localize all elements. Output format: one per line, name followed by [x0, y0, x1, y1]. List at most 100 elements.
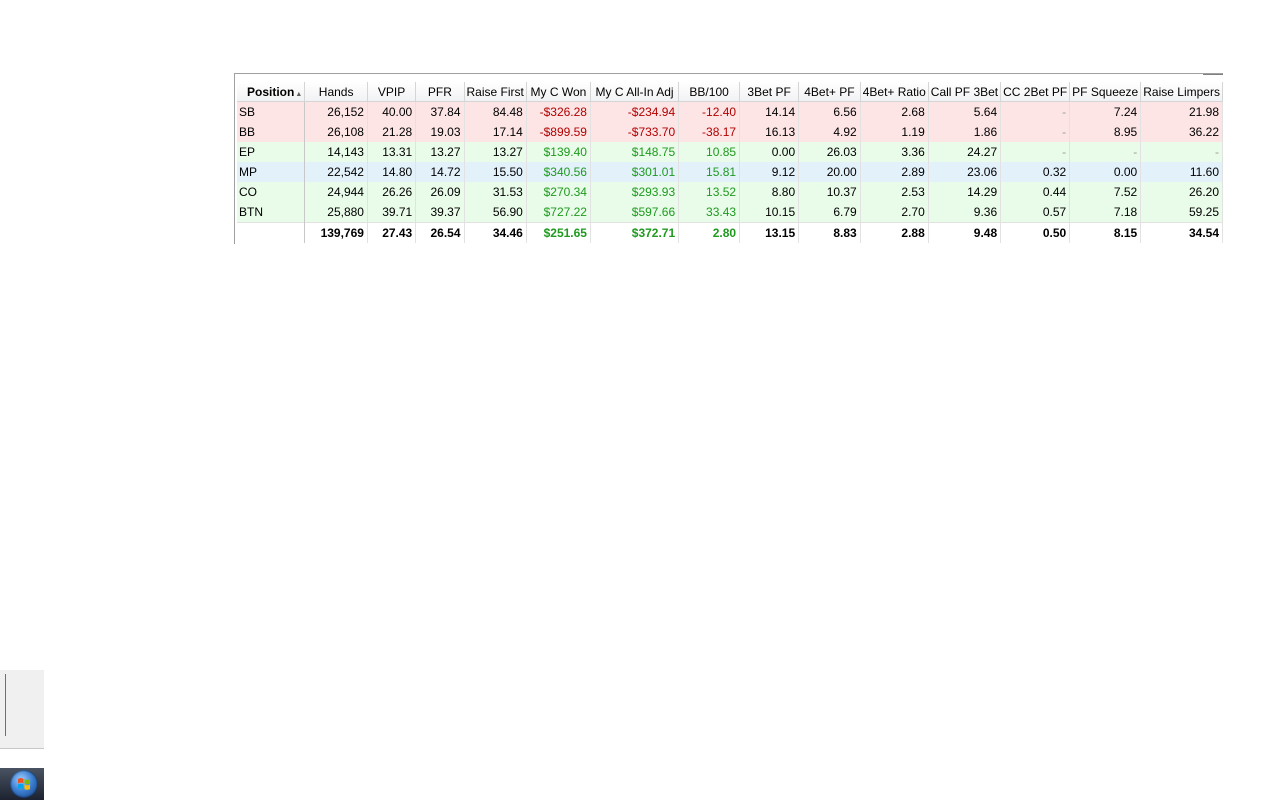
cell-my-c-won: -$899.59 [526, 122, 591, 142]
total-my-c-allin-adj: $372.71 [590, 222, 680, 243]
table-row-bb[interactable]: BB 26,108 21.28 19.03 17.14 -$899.59 -$7… [237, 122, 1223, 142]
cell-cc-2bet-pf: - [1000, 101, 1071, 122]
table-row-co[interactable]: CO 24,944 26.26 26.09 31.53 $270.34 $293… [237, 182, 1223, 202]
table-row-mp[interactable]: MP 22,542 14.80 14.72 15.50 $340.56 $301… [237, 162, 1223, 182]
cell-call-pf-3bet: 1.86 [928, 122, 1002, 142]
column-header-vpip[interactable]: VPIP [367, 82, 417, 102]
cell-3bet-pf: 10.15 [739, 202, 800, 223]
cell-pfr: 13.27 [415, 142, 465, 162]
cell-vpip: 13.31 [367, 142, 417, 162]
cell-3bet-pf: 9.12 [739, 162, 800, 182]
cell-my-c-allin-adj: -$733.70 [590, 122, 680, 142]
table-row-sb[interactable]: SB 26,152 40.00 37.84 84.48 -$326.28 -$2… [237, 101, 1223, 122]
cell-4bet-pf: 6.56 [798, 101, 861, 122]
cell-3bet-pf: 14.14 [739, 101, 800, 122]
column-header-my-c-won[interactable]: My C Won [526, 82, 591, 102]
cell-pfr: 26.09 [415, 182, 465, 202]
cell-position: MP [237, 162, 306, 182]
cell-position: BTN [237, 202, 306, 223]
cell-cc-2bet-pf: - [1000, 142, 1071, 162]
cell-4bet-ratio: 2.70 [860, 202, 929, 223]
cell-raise-limpers: 36.22 [1140, 122, 1223, 142]
column-header-raise-limpers[interactable]: Raise Limpers [1140, 82, 1223, 102]
cell-pf-squeeze: 7.24 [1069, 101, 1142, 122]
cell-3bet-pf: 16.13 [739, 122, 800, 142]
cell-vpip: 14.80 [367, 162, 417, 182]
cell-raise-first: 56.90 [464, 202, 527, 223]
cell-vpip: 39.71 [367, 202, 417, 223]
cell-my-c-allin-adj: $301.01 [590, 162, 680, 182]
grid-top-border [1203, 74, 1223, 75]
cell-cc-2bet-pf: 0.57 [1000, 202, 1071, 223]
column-header-4bet-ratio[interactable]: 4Bet+ Ratio [860, 82, 929, 102]
cell-cc-2bet-pf: - [1000, 122, 1071, 142]
total-my-c-won: $251.65 [526, 222, 591, 243]
table-row-btn[interactable]: BTN 25,880 39.71 39.37 56.90 $727.22 $59… [237, 202, 1223, 223]
total-bb100: 2.80 [678, 222, 741, 243]
cell-pfr: 37.84 [415, 101, 465, 122]
column-header-my-c-allin-adj[interactable]: My C All-In Adj [590, 82, 680, 102]
cell-raise-first: 84.48 [464, 101, 527, 122]
cell-my-c-won: $270.34 [526, 182, 591, 202]
cell-position: SB [237, 101, 306, 122]
cell-raise-first: 13.27 [464, 142, 527, 162]
cell-my-c-allin-adj: -$234.94 [590, 101, 680, 122]
column-header-cc-2bet-pf[interactable]: CC 2Bet PF [1000, 82, 1071, 102]
cell-hands: 14,143 [304, 142, 368, 162]
cell-my-c-won: $340.56 [526, 162, 591, 182]
cell-pfr: 14.72 [415, 162, 465, 182]
cell-vpip: 40.00 [367, 101, 417, 122]
total-3bet-pf: 13.15 [739, 222, 800, 243]
total-4bet-pf: 8.83 [798, 222, 861, 243]
position-stats-grid: Position▲ Hands VPIP PFR Raise First My … [234, 73, 1223, 244]
cell-pf-squeeze: 8.95 [1069, 122, 1142, 142]
column-header-position[interactable]: Position▲ [237, 82, 306, 102]
cell-raise-first: 17.14 [464, 122, 527, 142]
cell-4bet-ratio: 2.53 [860, 182, 929, 202]
cell-4bet-ratio: 1.19 [860, 122, 929, 142]
total-call-pf-3bet: 9.48 [928, 222, 1002, 243]
totals-row: 139,769 27.43 26.54 34.46 $251.65 $372.7… [237, 222, 1223, 243]
cell-my-c-won: -$326.28 [526, 101, 591, 122]
side-panel-divider [5, 674, 6, 736]
column-header-bb100[interactable]: BB/100 [678, 82, 741, 102]
cell-call-pf-3bet: 5.64 [928, 101, 1002, 122]
sort-ascending-icon: ▲ [295, 90, 303, 98]
column-header-4bet-pf[interactable]: 4Bet+ PF [798, 82, 861, 102]
cell-call-pf-3bet: 14.29 [928, 182, 1002, 202]
cell-cc-2bet-pf: 0.32 [1000, 162, 1071, 182]
cell-raise-limpers: - [1140, 142, 1223, 162]
column-header-label: Position [247, 84, 295, 99]
cell-4bet-ratio: 2.89 [860, 162, 929, 182]
column-header-pfr[interactable]: PFR [415, 82, 465, 102]
cell-call-pf-3bet: 23.06 [928, 162, 1002, 182]
cell-hands: 26,152 [304, 101, 368, 122]
column-header-pf-squeeze[interactable]: PF Squeeze [1069, 82, 1142, 102]
cell-raise-limpers: 11.60 [1140, 162, 1223, 182]
column-header-raise-first[interactable]: Raise First [464, 82, 527, 102]
total-cc-2bet-pf: 0.50 [1000, 222, 1071, 243]
table-row-ep[interactable]: EP 14,143 13.31 13.27 13.27 $139.40 $148… [237, 142, 1223, 162]
cell-my-c-allin-adj: $293.93 [590, 182, 680, 202]
cell-4bet-pf: 4.92 [798, 122, 861, 142]
cell-pf-squeeze: 7.52 [1069, 182, 1142, 202]
total-4bet-ratio: 2.88 [860, 222, 929, 243]
cell-4bet-pf: 6.79 [798, 202, 861, 223]
cell-3bet-pf: 0.00 [739, 142, 800, 162]
stats-table: Position▲ Hands VPIP PFR Raise First My … [237, 82, 1223, 243]
column-header-hands[interactable]: Hands [304, 82, 368, 102]
total-vpip: 27.43 [367, 222, 417, 243]
total-pf-squeeze: 8.15 [1069, 222, 1142, 243]
cell-call-pf-3bet: 24.27 [928, 142, 1002, 162]
cell-my-c-won: $727.22 [526, 202, 591, 223]
cell-raise-limpers: 21.98 [1140, 101, 1223, 122]
cell-hands: 26,108 [304, 122, 368, 142]
cell-position: BB [237, 122, 306, 142]
column-header-3bet-pf[interactable]: 3Bet PF [739, 82, 800, 102]
total-hands: 139,769 [304, 222, 368, 243]
cell-vpip: 26.26 [367, 182, 417, 202]
cell-bb100: -12.40 [678, 101, 741, 122]
cell-4bet-ratio: 2.68 [860, 101, 929, 122]
column-header-call-pf-3bet[interactable]: Call PF 3Bet [928, 82, 1002, 102]
cell-pfr: 39.37 [415, 202, 465, 223]
